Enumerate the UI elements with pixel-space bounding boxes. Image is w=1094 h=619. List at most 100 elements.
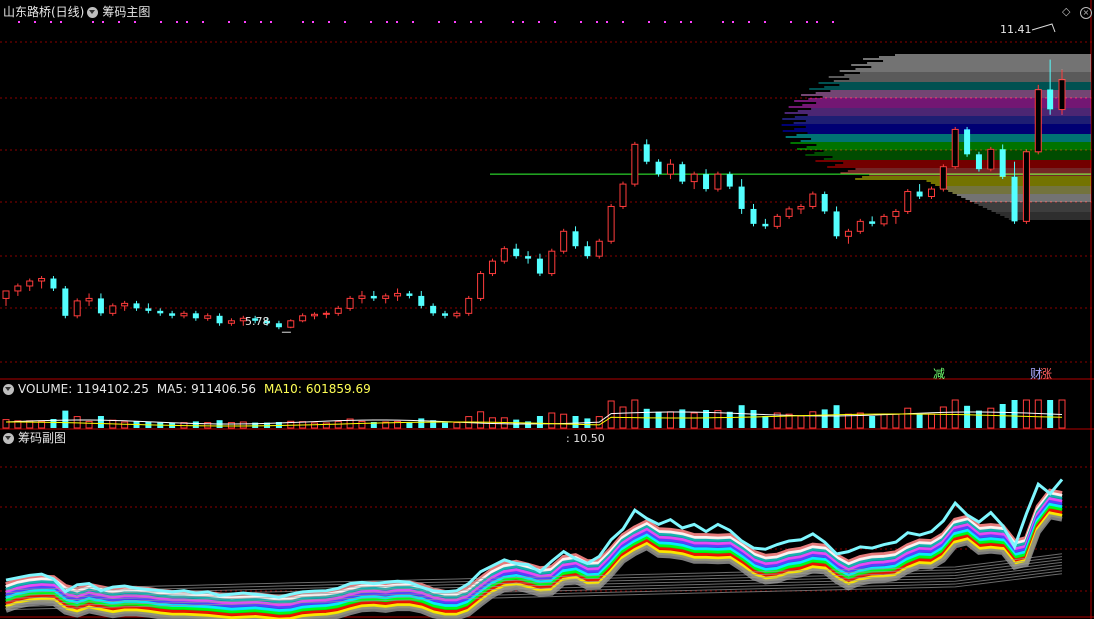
volume-bar xyxy=(869,416,876,428)
window-controls[interactable]: ◇ × xyxy=(1062,6,1092,19)
volume-bar xyxy=(750,410,757,428)
ma5-label: MA5: xyxy=(156,382,188,396)
volume-bar xyxy=(726,411,733,428)
candle-body xyxy=(133,303,140,309)
high-arrow xyxy=(1031,23,1056,33)
signal-dot xyxy=(344,21,346,23)
candle-body xyxy=(227,320,235,324)
volume-bar xyxy=(453,422,461,429)
dropdown-icon[interactable] xyxy=(3,432,14,444)
candle-body xyxy=(1034,89,1042,153)
candle-body xyxy=(1011,176,1018,222)
volume-bar xyxy=(631,399,639,429)
candle-body xyxy=(785,208,793,217)
signal-dot xyxy=(386,21,388,23)
candle-body xyxy=(169,313,176,316)
signal-dot xyxy=(370,21,372,23)
candle-body xyxy=(1022,151,1030,222)
candle-body xyxy=(880,215,888,225)
volume-bar xyxy=(964,405,971,428)
volume-bar xyxy=(797,415,805,429)
signal-dot xyxy=(606,21,608,23)
signal-dot xyxy=(764,21,766,23)
candle-body xyxy=(703,174,710,190)
sub-header: 筹码副图 xyxy=(0,429,66,447)
signal-dot xyxy=(622,21,624,23)
candle-body xyxy=(975,154,982,170)
dropdown-icon[interactable] xyxy=(3,383,14,395)
signal-dot xyxy=(664,21,666,23)
candle-body xyxy=(809,193,817,207)
candle-body xyxy=(525,256,532,259)
candle-body xyxy=(358,295,366,299)
candle-body xyxy=(666,163,674,175)
main-indicator-name[interactable]: 筹码主图 xyxy=(102,3,150,21)
volume-bar xyxy=(322,422,330,429)
volume-bar xyxy=(975,410,982,428)
candle-body xyxy=(50,278,57,289)
ma10-value: 601859.69 xyxy=(305,382,371,396)
candle-body xyxy=(97,298,104,314)
candle-body xyxy=(14,285,22,292)
volume-bar xyxy=(239,421,247,429)
volume-bar xyxy=(892,413,900,429)
candle-body xyxy=(26,280,34,287)
close-icon[interactable]: × xyxy=(1080,7,1092,19)
candle-body xyxy=(442,313,449,316)
sub-indicator-name[interactable]: 筹码副图 xyxy=(18,429,66,447)
candle-body xyxy=(927,188,935,198)
signal-dot xyxy=(554,21,556,23)
candle-body xyxy=(322,312,330,315)
volume-bar xyxy=(809,411,817,429)
signal-dot xyxy=(790,21,792,23)
candle-body xyxy=(216,315,223,324)
candle-body xyxy=(548,250,556,275)
signal-dot xyxy=(522,21,524,23)
candle-body xyxy=(275,323,282,328)
candle-body xyxy=(726,174,733,187)
ma10-label: MA10: xyxy=(263,382,302,396)
signal-dot xyxy=(806,21,808,23)
volume-bar xyxy=(1022,399,1030,429)
diamond-icon[interactable]: ◇ xyxy=(1062,5,1070,18)
signal-dot xyxy=(118,21,120,23)
candle-body xyxy=(299,315,307,322)
candle-body xyxy=(619,183,627,207)
signal-dot xyxy=(134,21,136,23)
volume-bar xyxy=(690,412,698,429)
volume-bar xyxy=(73,416,81,429)
volume-value: 1194102.25 xyxy=(76,382,149,396)
volume-bar xyxy=(488,417,496,429)
signal-dot xyxy=(732,21,734,23)
signal-dot xyxy=(396,21,398,23)
volume-label: VOLUME: xyxy=(18,382,73,396)
signal-dot xyxy=(412,21,414,23)
ma5-value: 911406.56 xyxy=(191,382,256,396)
candle-body xyxy=(584,246,591,257)
signal-dot xyxy=(186,21,188,23)
volume-bar xyxy=(666,411,674,429)
signal-dot xyxy=(680,21,682,23)
volume-bar xyxy=(643,408,650,428)
dropdown-icon[interactable] xyxy=(87,6,99,18)
candle-body xyxy=(643,144,650,162)
signal-dot xyxy=(34,21,36,23)
main-header: 山东路桥(日线) 筹码主图 xyxy=(0,3,150,21)
candlestick-series xyxy=(2,23,1066,333)
candle-body xyxy=(904,191,912,212)
high-price-label: 11.41 xyxy=(1000,23,1032,36)
volume-header: VOLUME: 1194102.25 MA5: 911406.56 MA10: … xyxy=(0,380,371,398)
candle-body xyxy=(453,312,461,317)
volume-bar xyxy=(442,422,449,428)
volume-bar xyxy=(738,405,745,428)
signal-dot xyxy=(580,21,582,23)
volume-bar xyxy=(334,420,342,429)
volume-bar xyxy=(310,422,318,429)
candle-body xyxy=(1047,89,1054,110)
candle-body xyxy=(109,305,117,314)
candle-body xyxy=(572,231,579,247)
signal-dot xyxy=(512,21,514,23)
stock-title[interactable]: 山东路桥(日线) xyxy=(3,3,84,21)
volume-bar xyxy=(916,414,923,428)
candlestick-chart[interactable] xyxy=(0,0,1094,619)
